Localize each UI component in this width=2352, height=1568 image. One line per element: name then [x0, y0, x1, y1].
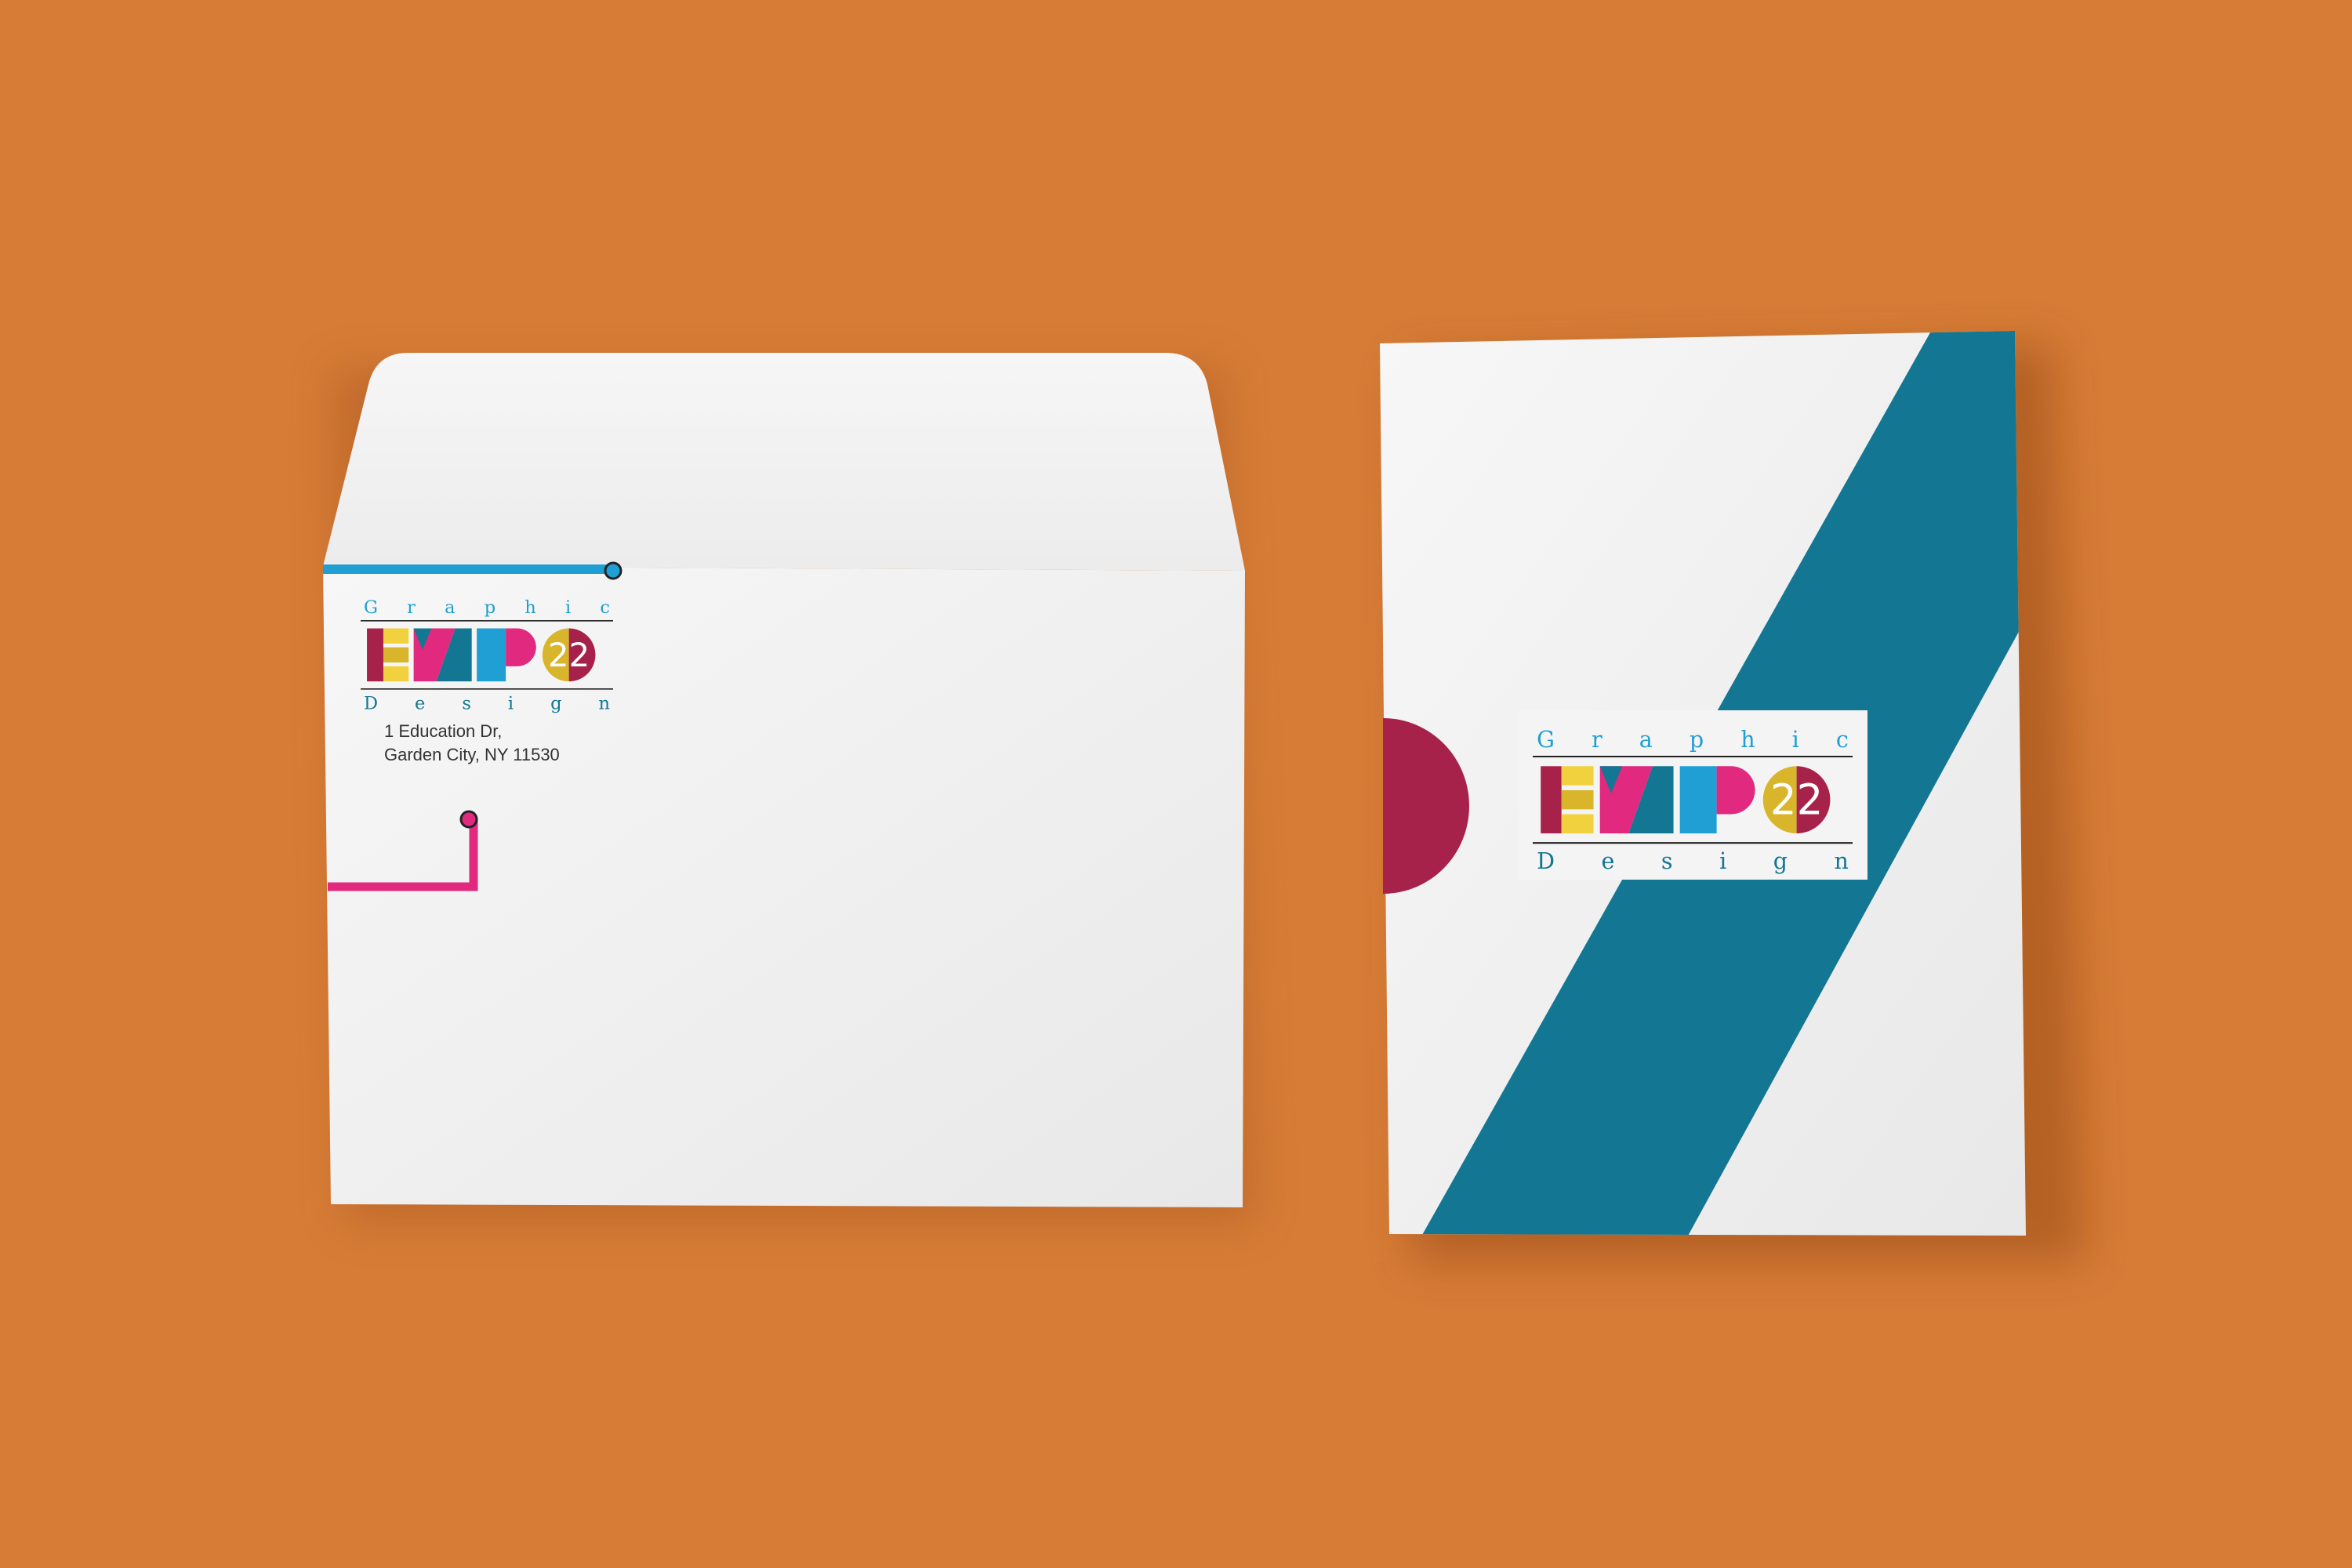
logo-e-bar-top [1561, 766, 1594, 786]
logo-number: 22 [548, 636, 590, 674]
envelope-magenta-dot [459, 810, 478, 829]
logo-e-bar-bottom [1561, 814, 1594, 833]
logo-letter-e [367, 628, 383, 682]
address-line-2: Garden City, NY 11530 [384, 745, 560, 764]
mockup-scene: Graphic 22 Design Graphic 22 Design [0, 0, 2352, 1568]
folder: Graphic 22 Design [1380, 331, 2085, 1262]
logo-e-bar-mid [1561, 789, 1594, 810]
envelope-cyan-line [323, 564, 613, 574]
logo-letter-p [477, 628, 506, 682]
envelope-flap [323, 353, 1245, 571]
logo-number: 22 [1770, 775, 1823, 824]
logo-e-bar-top [383, 628, 409, 644]
envelope-cyan-dot [604, 561, 622, 580]
envelope: Graphic 22 Design [323, 353, 1254, 1223]
logo-e-bar-mid [383, 647, 409, 662]
logo-letter-p [1679, 766, 1717, 833]
logo-e-bar-bottom [383, 666, 409, 682]
envelope-return-address: 1 Education Dr, Garden City, NY 11530 [384, 720, 560, 767]
address-line-1: 1 Education Dr, [384, 721, 503, 741]
logo-letter-e [1541, 766, 1562, 833]
